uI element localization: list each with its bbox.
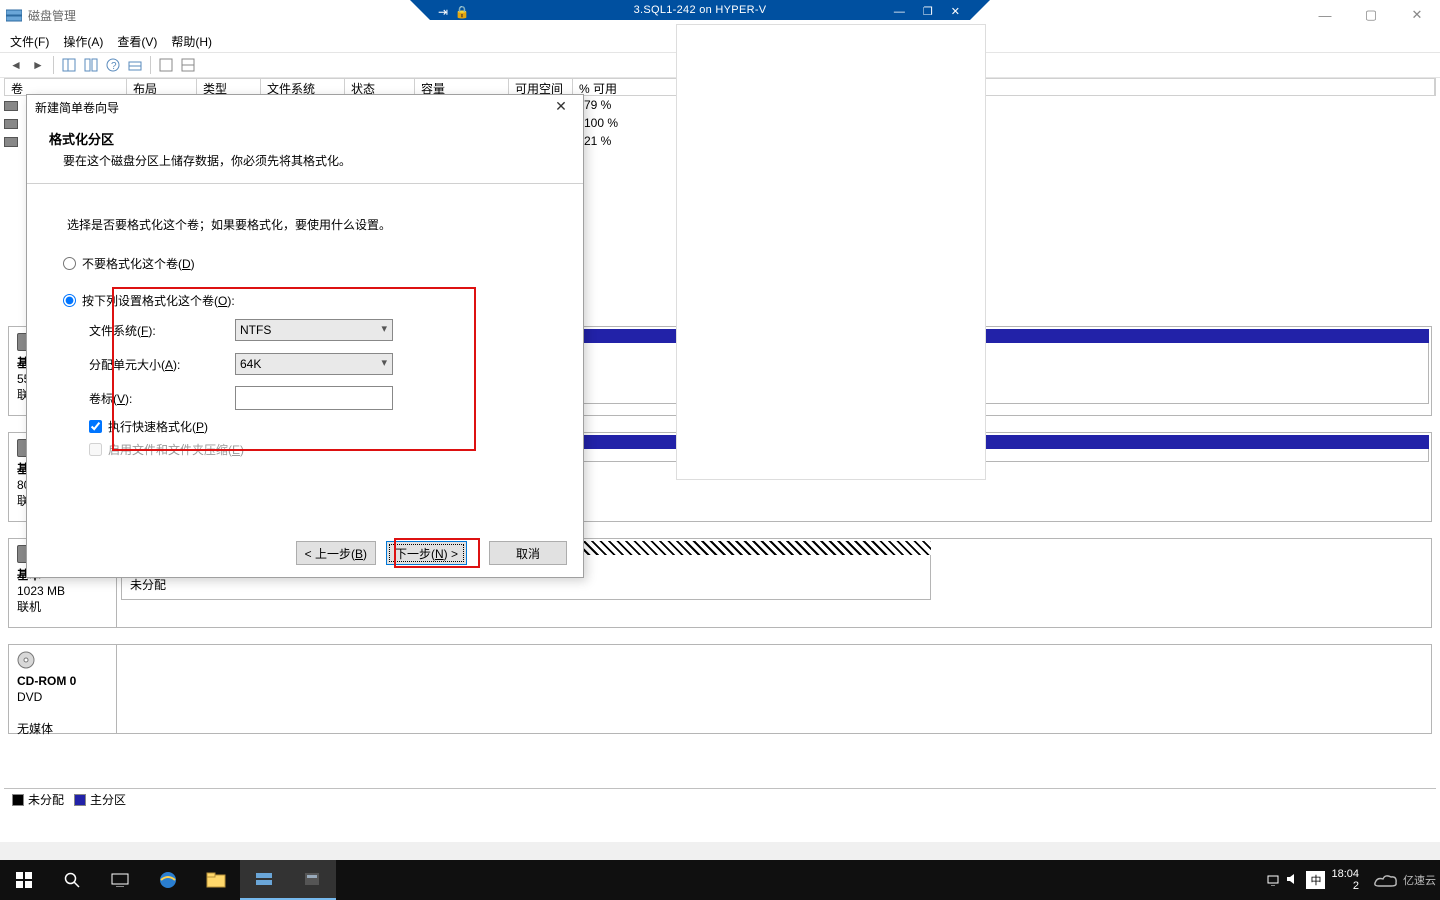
- wizard-close-icon[interactable]: ✕: [543, 98, 579, 116]
- taskbar-servermanager-icon[interactable]: [288, 860, 336, 900]
- taskbar-explorer-icon[interactable]: [192, 860, 240, 900]
- next-button[interactable]: 下一步(N) >: [386, 541, 467, 565]
- toolbar-help-icon[interactable]: ?: [103, 55, 123, 75]
- legend-bar: 未分配 主分区: [4, 788, 1436, 810]
- toolbar-btn-4[interactable]: [156, 55, 176, 75]
- col-type[interactable]: 类型: [197, 79, 261, 95]
- wizard-title: 新建简单卷向导: [27, 95, 583, 119]
- toolbar-btn-2[interactable]: [81, 55, 101, 75]
- row-pct-3: 21 %: [584, 132, 611, 150]
- col-capacity[interactable]: 容量: [415, 79, 509, 95]
- col-fs[interactable]: 文件系统: [261, 79, 345, 95]
- col-free[interactable]: 可用空间: [509, 79, 573, 95]
- hyperv-pin-icon[interactable]: ⇥ 🔒: [438, 2, 470, 22]
- taskview-icon[interactable]: [96, 860, 144, 900]
- toolbar-btn-1[interactable]: [59, 55, 79, 75]
- checkbox-compression: 启用文件和文件夹压缩(E): [55, 438, 555, 461]
- radio-format-input[interactable]: [63, 294, 76, 307]
- new-simple-volume-wizard: 新建简单卷向导 ✕ 格式化分区 要在这个磁盘分区上储存数据，你必须先将其格式化。…: [26, 94, 584, 578]
- cdrom-header[interactable]: CD-ROM 0 DVD 无媒体: [9, 645, 117, 733]
- legend-primary-icon: [74, 794, 86, 806]
- hyperv-close-icon[interactable]: ✕: [951, 2, 960, 22]
- svg-text:?: ?: [111, 61, 117, 72]
- taskbar-ie-icon[interactable]: [144, 860, 192, 900]
- label-file-system: 文件系统(F):: [89, 322, 235, 339]
- search-icon[interactable]: [48, 860, 96, 900]
- row-pct-2: 100 %: [584, 114, 618, 132]
- nav-fwd-icon[interactable]: ►: [28, 55, 48, 75]
- menu-action[interactable]: 操作(A): [63, 33, 103, 50]
- hyperv-minimize-icon[interactable]: —: [894, 2, 905, 22]
- tray-ime[interactable]: 中: [1306, 871, 1325, 889]
- menu-file[interactable]: 文件(F): [10, 33, 49, 50]
- col-status[interactable]: 状态: [345, 79, 415, 95]
- nav-back-icon[interactable]: ◄: [6, 55, 26, 75]
- label-volume-label: 卷标(V):: [89, 390, 235, 407]
- menu-view[interactable]: 查看(V): [117, 33, 157, 50]
- label-allocation-unit: 分配单元大小(A):: [89, 356, 235, 373]
- field-file-system: 文件系统(F):: [55, 313, 555, 347]
- wizard-heading: 格式化分区: [49, 132, 114, 147]
- col-volume[interactable]: 卷: [5, 79, 127, 95]
- floating-panel: [676, 24, 986, 480]
- hyperv-title-tab: ⇥ 🔒 3.SQL1-242 on HYPER-V — ❐ ✕: [430, 0, 970, 20]
- cdrom-icon: [17, 651, 39, 669]
- wizard-subheading: 要在这个磁盘分区上储存数据，你必须先将其格式化。: [49, 152, 561, 169]
- taskbar-diskmgmt-icon[interactable]: [240, 860, 288, 900]
- legend-unalloc: 未分配: [28, 791, 64, 808]
- tray-network-icon[interactable]: [1266, 872, 1280, 889]
- cancel-button[interactable]: 取消: [489, 541, 567, 565]
- tray-volume-icon[interactable]: [1286, 872, 1300, 889]
- hyperv-title: 3.SQL1-242 on HYPER-V: [634, 4, 767, 16]
- legend-primary: 主分区: [90, 791, 126, 808]
- taskbar: 中 18:04 2 亿速云: [0, 860, 1440, 900]
- wizard-instruction: 选择是否要格式化这个卷；如果要格式化，要使用什么设置。: [55, 202, 555, 251]
- toolbar-btn-3[interactable]: [125, 55, 145, 75]
- select-allocation-unit[interactable]: [235, 353, 393, 375]
- checkbox-quick-format-input[interactable]: [89, 420, 102, 433]
- hyperv-maximize-icon[interactable]: ❐: [923, 2, 933, 22]
- field-volume-label: 卷标(V):: [55, 381, 555, 415]
- checkbox-compression-input: [89, 443, 102, 456]
- watermark-logo: 亿速云: [1371, 871, 1436, 889]
- start-button[interactable]: [0, 860, 48, 900]
- cdrom-panel: CD-ROM 0 DVD 无媒体: [8, 644, 1432, 734]
- radio-do-not-format[interactable]: 不要格式化这个卷(D): [55, 251, 555, 276]
- select-file-system[interactable]: [235, 319, 393, 341]
- legend-unalloc-icon: [12, 794, 24, 806]
- field-allocation-unit: 分配单元大小(A):: [55, 347, 555, 381]
- row-pct-1: 79 %: [584, 96, 611, 114]
- col-layout[interactable]: 布局: [127, 79, 197, 95]
- back-button[interactable]: < 上一步(B): [296, 541, 376, 565]
- input-volume-label[interactable]: [235, 386, 393, 410]
- radio-do-not-format-input[interactable]: [63, 257, 76, 270]
- checkbox-quick-format[interactable]: 执行快速格式化(P): [55, 415, 555, 438]
- menu-help[interactable]: 帮助(H): [171, 33, 212, 50]
- radio-format-with-settings[interactable]: 按下列设置格式化这个卷(O):: [55, 288, 555, 313]
- toolbar-btn-5[interactable]: [178, 55, 198, 75]
- tray-clock[interactable]: 18:04 2: [1331, 868, 1365, 892]
